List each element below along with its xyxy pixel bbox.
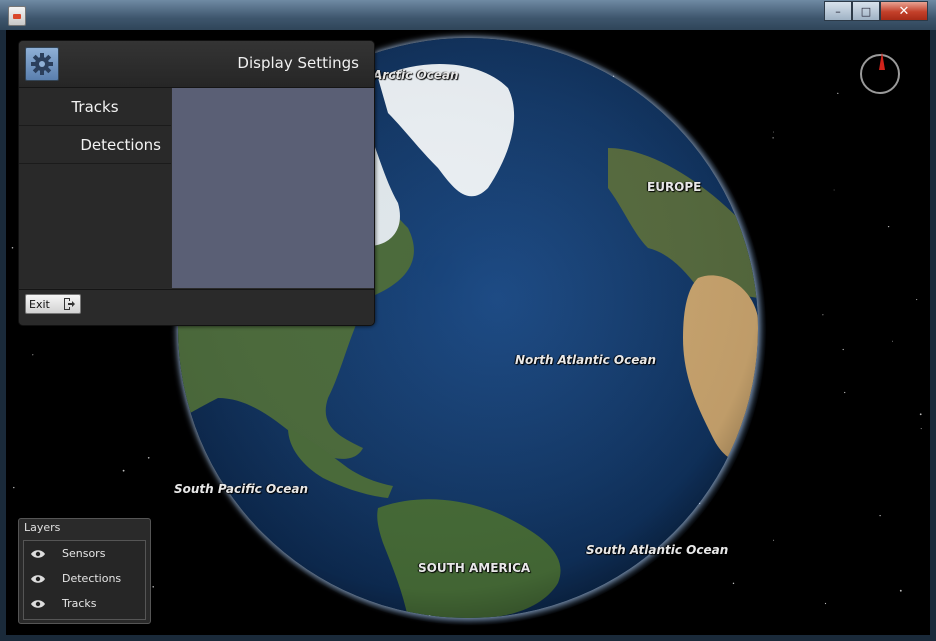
star [887, 225, 890, 228]
star [892, 340, 894, 342]
window-controls: – □ ✕ [824, 1, 928, 21]
star [920, 428, 922, 430]
arctic-ocean-label: Arctic Ocean [373, 68, 459, 82]
title-bar[interactable]: – □ ✕ [0, 0, 936, 30]
settings-title: Display Settings [237, 54, 359, 72]
layer-label-detections: Detections [62, 572, 122, 585]
south-pacific-ocean-label: South Pacific Ocean [174, 482, 309, 496]
south-america-label: SOUTH AMERICA [418, 561, 531, 575]
compass-icon[interactable] [860, 52, 900, 94]
star [822, 314, 824, 316]
layer-row-sensors[interactable]: Sensors [24, 541, 145, 566]
eye-icon[interactable] [31, 574, 45, 584]
star [147, 456, 150, 459]
star [13, 486, 15, 489]
europe-label: EUROPE [647, 180, 702, 194]
settings-menu: Tracks Detections [19, 88, 171, 288]
settings-header: Display Settings [19, 41, 374, 88]
star [152, 586, 154, 588]
java-app-icon [8, 6, 26, 26]
application-window: – □ ✕ Arctic Ocean EUROPE North Atlantic… [0, 0, 936, 641]
star [772, 131, 774, 133]
menu-item-tracks[interactable]: Tracks [19, 88, 171, 126]
star [122, 469, 125, 472]
layer-row-tracks[interactable]: Tracks [24, 591, 145, 616]
eye-icon[interactable] [31, 549, 45, 559]
star [844, 391, 846, 394]
star [899, 589, 902, 592]
star [916, 299, 918, 301]
star [32, 354, 34, 356]
exit-button[interactable]: Exit [25, 294, 81, 314]
gear-icon[interactable] [25, 47, 59, 81]
layers-title: Layers [24, 521, 61, 534]
exit-icon [64, 298, 75, 310]
eye-icon[interactable] [31, 599, 45, 609]
settings-content-area [172, 88, 374, 288]
star [833, 189, 835, 191]
layers-list: Sensors Detections Tracks [23, 540, 146, 620]
star [773, 539, 775, 541]
star [842, 348, 844, 351]
star [772, 137, 774, 139]
exit-label: Exit [29, 297, 50, 311]
display-settings-panel: Display Settings Tracks Detections Exit [18, 40, 375, 326]
layers-panel: Layers Sensors Detections Tracks [18, 518, 151, 624]
menu-item-detections[interactable]: Detections [19, 126, 171, 164]
layer-label-tracks: Tracks [62, 597, 97, 610]
layer-label-sensors: Sensors [62, 547, 106, 560]
south-atlantic-ocean-label: South Atlantic Ocean [586, 543, 729, 557]
star [837, 92, 839, 95]
close-button[interactable]: ✕ [880, 1, 928, 21]
compass-needle [879, 52, 885, 70]
star [11, 246, 14, 249]
layer-row-detections[interactable]: Detections [24, 566, 145, 591]
minimize-button[interactable]: – [824, 1, 852, 21]
star [919, 413, 922, 416]
star [824, 602, 827, 605]
settings-footer: Exit [19, 289, 374, 325]
north-atlantic-ocean-label: North Atlantic Ocean [515, 353, 657, 367]
star [879, 514, 881, 517]
maximize-button[interactable]: □ [852, 1, 880, 21]
